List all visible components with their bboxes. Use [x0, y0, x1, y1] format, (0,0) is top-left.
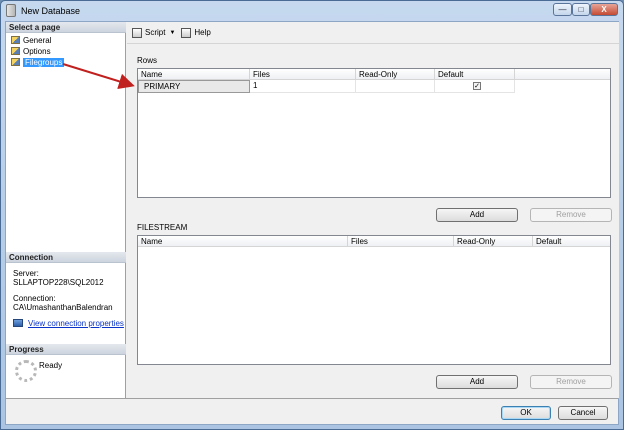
progress-spinner-icon [15, 360, 37, 382]
ok-button[interactable]: OK [501, 406, 551, 420]
view-connection-properties-link[interactable]: View connection properties [28, 319, 124, 328]
column-header-default[interactable]: Default [533, 236, 610, 247]
rows-grid-header: Name Files Read-Only Default [138, 69, 610, 80]
cell-name[interactable]: PRIMARY [138, 80, 250, 93]
progress-status: Ready [39, 361, 63, 370]
dialog-client-area: Select a page General Options Filegroups… [5, 21, 619, 425]
page-icon [11, 47, 20, 55]
new-database-window: New Database — □ X Select a page General… [0, 0, 624, 430]
help-button[interactable]: Help [181, 27, 211, 38]
maximize-button[interactable]: □ [572, 3, 590, 16]
filestream-grid-header: Name Files Read-Only Default [138, 236, 610, 247]
filegroups-page: Script ▼ Help Rows Name Files Read-Only … [127, 22, 619, 398]
rows-add-button[interactable]: Add [436, 208, 518, 222]
connection-label: Connection: [13, 294, 56, 303]
column-header-name[interactable]: Name [138, 69, 250, 80]
connection-header: Connection [6, 252, 126, 263]
server-value: SLLAPTOP228\SQL2012 [13, 278, 104, 287]
page-item-filegroups[interactable]: Filegroups [11, 57, 65, 67]
table-row[interactable]: PRIMARY 1 ✓ [138, 80, 515, 93]
progress-header: Progress [6, 344, 126, 355]
left-pane: Select a page General Options Filegroups… [6, 22, 126, 398]
window-title: New Database [21, 6, 81, 16]
column-header-default[interactable]: Default [435, 69, 515, 80]
column-header-read-only[interactable]: Read-Only [356, 69, 435, 80]
page-item-options[interactable]: Options [11, 46, 51, 56]
page-icon [11, 58, 20, 66]
dialog-button-bar: OK Cancel [6, 398, 618, 424]
filestream-group-label: FILESTREAM [137, 223, 188, 232]
database-icon [6, 4, 16, 17]
connection-value: CA\UmashanthanBalendran [13, 303, 113, 312]
column-header-name[interactable]: Name [138, 236, 348, 247]
page-label: Filegroups [23, 57, 65, 67]
cancel-button[interactable]: Cancel [558, 406, 608, 420]
cell-files[interactable]: 1 [250, 80, 356, 93]
connection-properties-icon [13, 319, 23, 327]
toolbar: Script ▼ Help [127, 22, 619, 44]
script-button[interactable]: Script ▼ [132, 27, 175, 38]
filestream-grid[interactable]: Name Files Read-Only Default [137, 235, 611, 365]
cell-read-only[interactable] [356, 80, 435, 93]
script-icon [132, 27, 142, 38]
script-label: Script [145, 28, 166, 37]
default-checkbox[interactable]: ✓ [473, 82, 481, 90]
rows-group-label: Rows [137, 56, 158, 65]
chevron-down-icon[interactable]: ▼ [169, 30, 175, 36]
filestream-remove-button[interactable]: Remove [530, 375, 612, 389]
rows-grid[interactable]: Name Files Read-Only Default PRIMARY 1 ✓ [137, 68, 611, 198]
title-bar[interactable]: New Database — □ X [1, 1, 623, 21]
minimize-button[interactable]: — [553, 3, 572, 16]
page-item-general[interactable]: General [11, 35, 51, 45]
filestream-add-button[interactable]: Add [436, 375, 518, 389]
column-header-read-only[interactable]: Read-Only [454, 236, 533, 247]
server-label: Server: [13, 269, 39, 278]
page-label: General [23, 35, 52, 45]
page-label: Options [23, 46, 51, 56]
help-label: Help [194, 28, 211, 37]
close-button[interactable]: X [590, 3, 618, 16]
rows-remove-button[interactable]: Remove [530, 208, 612, 222]
cell-default[interactable]: ✓ [435, 80, 515, 93]
select-page-header: Select a page [6, 22, 126, 33]
column-header-files[interactable]: Files [348, 236, 454, 247]
page-icon [11, 36, 20, 44]
help-icon [181, 27, 192, 38]
column-header-files[interactable]: Files [250, 69, 356, 80]
